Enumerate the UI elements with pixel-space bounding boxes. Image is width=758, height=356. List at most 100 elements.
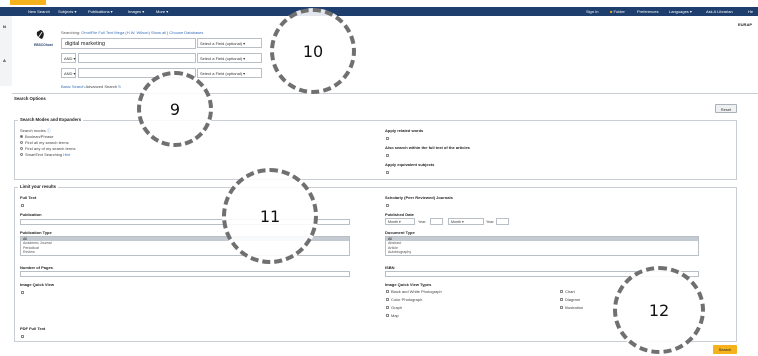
doc-type-option[interactable]: Autobiography xyxy=(386,250,698,254)
hint-link[interactable]: Hint xyxy=(63,152,70,157)
month-to-select[interactable]: Month ▾ xyxy=(448,218,484,225)
bool-select-2[interactable]: AND ▾ xyxy=(61,53,76,63)
annotation-circle-10: 10 xyxy=(270,8,356,94)
doc-type-listbox[interactable]: All Abstract Article Autobiography xyxy=(385,236,699,256)
field-select-1[interactable]: Select a Field (optional) ▾ xyxy=(197,38,262,48)
user-tag: EURAP xyxy=(738,22,753,27)
search-input-2[interactable] xyxy=(78,53,196,63)
image-type-label: Diagram xyxy=(565,297,581,302)
top-toolbar: New Search Subjects ▾ Publications ▾ Ima… xyxy=(0,7,758,16)
publication-label: Publication xyxy=(20,212,42,217)
mode-label: Boolean/Phrase xyxy=(25,134,54,139)
side-strip: N A xyxy=(0,16,12,86)
image-type-diagram[interactable]: Diagram xyxy=(560,297,580,302)
search-modes-title: Search Modes and Expanders xyxy=(18,117,84,122)
radio-icon xyxy=(20,147,23,151)
image-type-label: Illustration xyxy=(565,305,584,310)
search-links: Basic Search Advanced Search S xyxy=(61,84,121,89)
mode-option-any[interactable]: Find any of my search terms xyxy=(20,146,75,151)
checkbox-icon xyxy=(560,298,563,302)
toolbar-images[interactable]: Images ▾ xyxy=(128,9,144,14)
radio-icon xyxy=(20,153,23,157)
year-to-input[interactable] xyxy=(496,218,509,225)
apply-related-label: Apply related words xyxy=(385,128,424,133)
search-options-title: Search Options xyxy=(14,96,46,101)
apply-equivalent-checkbox[interactable] xyxy=(386,170,391,175)
toolbar-new-search[interactable]: New Search xyxy=(28,9,50,14)
pdf-full-text-label: PDF Full Text xyxy=(20,326,46,331)
toolbar-languages[interactable]: Languages ▾ xyxy=(669,9,692,14)
modes-label-text: Search modes xyxy=(20,128,46,133)
annotation-circle-11: 11 xyxy=(222,168,318,264)
field-select-3[interactable]: Select a Field (optional) ▾ xyxy=(197,68,262,78)
search-button[interactable]: Search xyxy=(713,345,737,354)
image-type-color[interactable]: Color Photograph xyxy=(386,297,422,302)
image-type-map[interactable]: Map xyxy=(386,313,399,318)
radio-icon xyxy=(20,135,23,139)
show-all-link[interactable]: Show all xyxy=(151,30,166,35)
image-types-label: Image Quick View Types xyxy=(385,282,432,287)
searching-line: Searching: OmniFile Full Text Mega (H.W.… xyxy=(61,30,204,35)
doc-type-label: Document Type xyxy=(385,230,415,235)
basic-search-link[interactable]: Basic Search xyxy=(61,84,85,89)
toolbar-subjects[interactable]: Subjects ▾ xyxy=(58,9,76,14)
month-to-value: Month xyxy=(451,220,461,224)
mode-option-boolean[interactable]: Boolean/Phrase xyxy=(20,134,53,139)
checkbox-icon xyxy=(386,154,389,158)
year-from-input[interactable] xyxy=(430,218,443,225)
toolbar-more[interactable]: More ▾ xyxy=(156,9,168,14)
limit-results-title: Limit your results xyxy=(18,184,59,189)
toolbar-help[interactable]: He xyxy=(748,9,753,14)
checkbox-icon xyxy=(560,290,563,294)
search-input-1[interactable]: digital marketing xyxy=(61,38,196,49)
apply-related-checkbox[interactable] xyxy=(386,136,391,141)
image-type-graph[interactable]: Graph xyxy=(386,305,402,310)
image-type-label: Chart xyxy=(565,289,575,294)
pub-type-label: Publication Type xyxy=(20,230,52,235)
isbn-label: ISBN xyxy=(385,265,395,270)
search-modes-panel xyxy=(14,120,737,180)
scholarly-checkbox[interactable] xyxy=(386,203,391,208)
logo-text: EBSCOhost xyxy=(34,43,53,47)
image-type-bw[interactable]: Black and White Photograph xyxy=(386,289,442,294)
full-text-checkbox[interactable] xyxy=(21,203,26,208)
toolbar-ask-librarian[interactable]: Ask A Librarian xyxy=(706,9,733,14)
bool-select-3[interactable]: AND ▾ xyxy=(61,68,76,78)
checkbox-icon xyxy=(386,137,389,141)
toolbar-publications[interactable]: Publications ▾ xyxy=(88,9,113,14)
published-date-label: Published Date xyxy=(385,212,414,217)
side-letter-n[interactable]: N xyxy=(3,24,6,29)
checkbox-icon xyxy=(560,306,563,310)
toolbar-sign-in[interactable]: Sign In xyxy=(586,9,598,14)
pdf-full-text-checkbox[interactable] xyxy=(21,334,26,339)
checkbox-icon xyxy=(386,314,389,318)
annotation-circle-9: 9 xyxy=(137,71,213,147)
help-icon[interactable]: ⓘ xyxy=(47,128,51,133)
mode-option-smarttext[interactable]: SmartText Searching Hint xyxy=(20,152,70,157)
month-from-value: Month xyxy=(388,220,398,224)
image-quick-checkbox[interactable] xyxy=(21,290,26,295)
month-from-select[interactable]: Month ▾ xyxy=(385,218,415,225)
apply-equivalent-label: Apply equivalent subjects xyxy=(385,162,435,167)
mode-option-all[interactable]: Find all my search terms xyxy=(20,140,69,145)
database-name: OmniFile Full Text Mega (H.W. Wilson) xyxy=(81,30,150,35)
advanced-search-link[interactable]: Advanced Search xyxy=(85,84,117,89)
ebsco-leaf-icon[interactable] xyxy=(35,29,46,40)
field-select-2[interactable]: Select a Field (optional) ▾ xyxy=(197,53,262,63)
mode-label: SmartText Searching xyxy=(25,152,63,157)
reset-button[interactable]: Reset xyxy=(715,104,737,113)
choose-databases-link[interactable]: Choose Databases xyxy=(169,30,203,35)
checkbox-icon xyxy=(386,204,389,208)
image-type-chart[interactable]: Chart xyxy=(560,289,575,294)
side-letter-a[interactable]: A xyxy=(3,58,6,63)
toolbar-folder[interactable]: ■ Folder xyxy=(610,9,625,14)
checkbox-icon xyxy=(386,298,389,302)
image-type-illustration[interactable]: Illustration xyxy=(560,305,583,310)
image-type-label: Black and White Photograph xyxy=(391,289,442,294)
also-search-checkbox[interactable] xyxy=(386,153,391,158)
search-history-link[interactable]: S xyxy=(118,84,121,89)
options-divider xyxy=(12,93,758,94)
num-pages-input[interactable] xyxy=(20,271,350,277)
toolbar-preferences[interactable]: Preferences xyxy=(637,9,659,14)
image-type-label: Map xyxy=(391,313,399,318)
